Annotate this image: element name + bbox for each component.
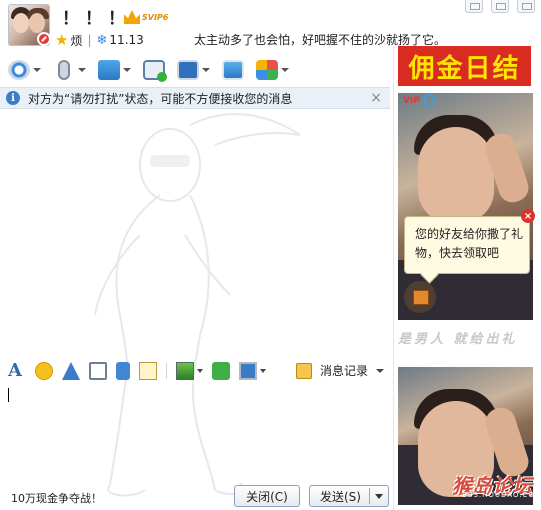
file-transfer-button[interactable] [98, 60, 131, 80]
voice-call-icon [58, 60, 70, 80]
gift-popup-text: 您的好友给你撒了礼物，快去领取吧 [415, 227, 524, 260]
star-icon: ★ [55, 31, 69, 49]
close-notice-button[interactable]: × [370, 90, 382, 106]
avatar-face [13, 13, 29, 33]
chevron-down-icon[interactable] [202, 68, 210, 72]
chevron-down-icon[interactable] [33, 68, 41, 72]
dnd-notice-text: 对方为“请勿打扰”状态，可能不方便接收您的消息 [28, 91, 293, 106]
photo-face [418, 127, 494, 223]
chevron-down-icon[interactable] [260, 369, 266, 373]
chevron-down-icon[interactable] [78, 68, 86, 72]
avatar-face [29, 13, 45, 33]
chevron-down-icon[interactable] [123, 68, 131, 72]
handwriting-icon[interactable] [139, 362, 157, 380]
close-gift-popup-button[interactable]: × [521, 209, 535, 223]
text-caret [8, 388, 9, 402]
close-window-button[interactable] [517, 0, 535, 13]
chat-header: ！！！ SVIP6 ★ 烦 | ❄ 11.13 太主动多了也会怕，好吧握不住的沙… [0, 0, 541, 52]
chat-toolbar [0, 54, 395, 86]
maximize-button[interactable] [491, 0, 509, 13]
gift-icon[interactable] [404, 281, 436, 313]
voice-call-button[interactable] [53, 60, 86, 80]
gift-popup[interactable]: 您的好友给你撒了礼物，快去领取吧 [404, 216, 530, 274]
apps-icon [256, 60, 278, 80]
screen-capture-icon[interactable] [239, 362, 257, 380]
message-history-button[interactable]: 消息记录 [295, 362, 384, 379]
forum-watermark-url: BBS.HOUDAO.COM [462, 491, 541, 499]
level-icon: ❄ [96, 32, 108, 48]
create-discussion-icon [143, 60, 167, 82]
video-message-icon[interactable] [89, 362, 107, 380]
close-button[interactable]: 关闭(C) [234, 485, 300, 507]
apps-button[interactable] [256, 60, 289, 80]
file-transfer-icon [98, 60, 120, 80]
info-icon: i [6, 91, 20, 105]
svip-label: SVIP6 [142, 12, 169, 22]
ad-slogan: 是男人 就给出礼 [398, 332, 518, 347]
zoom-icon[interactable] [423, 94, 436, 107]
message-input[interactable] [0, 384, 392, 480]
remote-desktop-button[interactable] [177, 60, 210, 80]
promo-link[interactable]: 10万现金争夺战！ [11, 490, 102, 506]
window-shake-icon[interactable] [62, 362, 80, 380]
message-history-area[interactable] [0, 110, 392, 358]
panel-divider [393, 46, 394, 510]
contact-subinfo: ★ 烦 | ❄ 11.13 [55, 31, 144, 49]
send-button-label: 发送(S) [320, 489, 361, 504]
vip-tag: VIP [403, 96, 420, 106]
chevron-down-icon[interactable] [281, 68, 289, 72]
video-call-button[interactable] [8, 60, 41, 80]
remote-desktop-icon [177, 60, 199, 80]
bottom-bar: 10万现金争夺战！ 关闭(C) 发送(S) [0, 482, 392, 510]
divider: | [87, 33, 92, 47]
voice-message-icon[interactable] [116, 362, 130, 380]
window-controls [465, 0, 535, 13]
screen-share-icon [222, 60, 244, 80]
message-history-label: 消息记录 [319, 364, 368, 378]
create-discussion-button[interactable] [143, 60, 167, 82]
input-toolbar: A 消息记录 [0, 358, 392, 384]
emoji-icon[interactable] [35, 362, 53, 380]
divider [369, 488, 370, 504]
video-call-icon [8, 60, 30, 80]
send-image-icon[interactable] [176, 362, 194, 380]
status-text: 烦 [70, 33, 83, 48]
minimize-button[interactable] [465, 0, 483, 13]
do-not-disturb-status-icon [37, 32, 51, 46]
crown-icon [124, 10, 140, 24]
dnd-notice-bar: i 对方为“请勿打扰”状态，可能不方便接收您的消息 × [0, 87, 390, 109]
level-value[interactable]: 11.13 [109, 33, 143, 47]
screen-share-button[interactable] [222, 60, 244, 80]
chevron-down-icon[interactable] [376, 368, 384, 373]
message-history-icon [295, 362, 312, 379]
font-settings-icon[interactable]: A [8, 362, 26, 380]
ad-banner[interactable]: 佣金日结 [398, 46, 531, 86]
send-button[interactable]: 发送(S) [309, 485, 389, 507]
chevron-down-icon[interactable] [197, 369, 203, 373]
send-options-chevron-icon[interactable] [375, 494, 383, 499]
svip-badge[interactable]: SVIP6 [124, 10, 168, 24]
contact-nickname[interactable]: ！！！ [62, 4, 131, 29]
music-icon[interactable] [212, 362, 230, 380]
divider [166, 363, 167, 379]
